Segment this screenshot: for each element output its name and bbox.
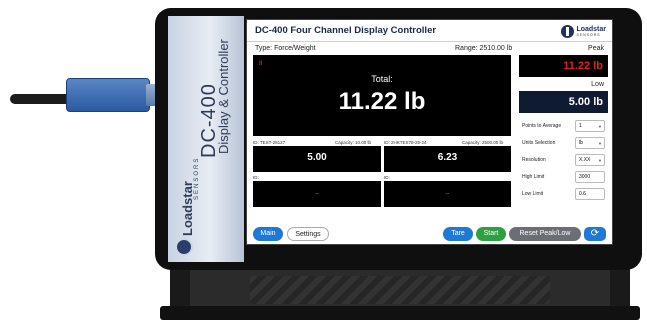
brand-name: Loadstar	[576, 25, 606, 33]
setting-units-selection: Units Selection lb ▼	[519, 135, 611, 152]
points-to-average-label: Points to Average	[522, 123, 562, 129]
brand-sub: SENSORS	[576, 32, 601, 37]
units-selection-select[interactable]: lb ▼	[575, 137, 605, 149]
setting-points-to-average: Points to Average 1 ▼	[519, 118, 611, 135]
points-to-average-value: 1	[579, 123, 582, 129]
low-value: 5.00 lb	[519, 91, 608, 113]
usb-plug	[66, 78, 150, 112]
channel-2-id: ID: 2HKTES78-25-24	[384, 140, 427, 145]
main-tab-button[interactable]: Main	[253, 227, 283, 241]
device-brand-sub-text: SENSORS	[194, 156, 200, 200]
stand-grill	[250, 276, 550, 304]
pause-indicator-icon: II	[259, 61, 263, 67]
channel-2-value: 6.23	[437, 152, 458, 163]
loadstar-logo-icon	[175, 238, 193, 256]
reset-peak-low-button[interactable]: Reset Peak/Low	[509, 227, 581, 241]
channel-3-id: ID:	[253, 175, 259, 180]
bottom-toolbar: Main Settings Tare Start Reset Peak/Low …	[247, 223, 612, 244]
resolution-label: Resolution	[522, 157, 546, 163]
channel-1-id: ID: TEST-28127	[253, 140, 286, 145]
channel-4-id: ID:	[384, 175, 390, 180]
brand-logo: Loadstar SENSORS	[561, 23, 606, 39]
loadstar-brand-icon	[561, 24, 575, 38]
channel-1-panel[interactable]: 5.00	[253, 146, 381, 172]
settings-tab-button[interactable]: Settings	[287, 227, 329, 241]
units-selection-value: lb	[579, 140, 583, 146]
device-subtitle-text: Display & Controller	[216, 39, 231, 154]
total-value: 11.22 lb	[338, 88, 426, 115]
title-bar: DC-400 Four Channel Display Controller L…	[247, 20, 612, 42]
channel-3-panel[interactable]: --	[253, 181, 381, 207]
channel-2-panel[interactable]: 6.23	[384, 146, 511, 172]
high-limit-input[interactable]: 3000	[575, 171, 605, 183]
sensor-type-label: Type: Force/Weight	[255, 45, 316, 52]
stand-foot	[160, 306, 640, 320]
resolution-select[interactable]: X.XX ▼	[575, 154, 605, 166]
peak-label: Peak	[588, 45, 604, 52]
low-limit-input[interactable]: 0.6	[575, 188, 605, 200]
tare-button[interactable]: Tare	[443, 227, 473, 241]
low-limit-label: Low Limit	[522, 191, 544, 197]
points-to-average-select[interactable]: 1 ▼	[575, 120, 605, 132]
units-selection-label: Units Selection	[522, 140, 556, 146]
channel-2-capacity: Capacity: 2500.00 lb	[462, 140, 504, 145]
high-limit-label: High Limit	[522, 174, 545, 180]
channel-1-capacity: Capacity: 10.00 lb	[335, 140, 372, 145]
refresh-icon[interactable]: ⟳	[584, 227, 606, 241]
app-title: DC-400 Four Channel Display Controller	[255, 25, 437, 36]
total-display-panel: II Total: 11.22 lb	[253, 55, 511, 136]
product-photo: DC-400 Display & Controller Loadstar SEN…	[0, 0, 647, 320]
chevron-down-icon: ▼	[598, 124, 602, 129]
setting-low-limit: Low Limit 0.6	[519, 186, 611, 203]
setting-resolution: Resolution X.XX ▼	[519, 152, 611, 169]
start-button[interactable]: Start	[476, 227, 506, 241]
peak-value: 11.22 lb	[519, 55, 608, 77]
channel-3-value: --	[315, 191, 319, 197]
device-brand-text: Loadstar	[180, 181, 195, 236]
app-screen: DC-400 Four Channel Display Controller L…	[246, 19, 613, 245]
sensor-range-label: Range: 2510.00 lb	[455, 45, 513, 52]
low-label: Low	[591, 81, 604, 88]
setting-high-limit: High Limit 3000	[519, 169, 611, 186]
channel-1-value: 5.00	[307, 152, 327, 163]
settings-panel: Points to Average 1 ▼ Units Selection lb ▼…	[519, 118, 611, 203]
total-label: Total:	[371, 74, 393, 84]
channel-4-panel[interactable]: --	[384, 181, 511, 207]
channel-4-value: --	[445, 191, 450, 197]
resolution-value: X.XX	[579, 157, 591, 163]
chevron-down-icon: ▼	[598, 141, 602, 146]
chevron-down-icon: ▼	[598, 158, 602, 163]
